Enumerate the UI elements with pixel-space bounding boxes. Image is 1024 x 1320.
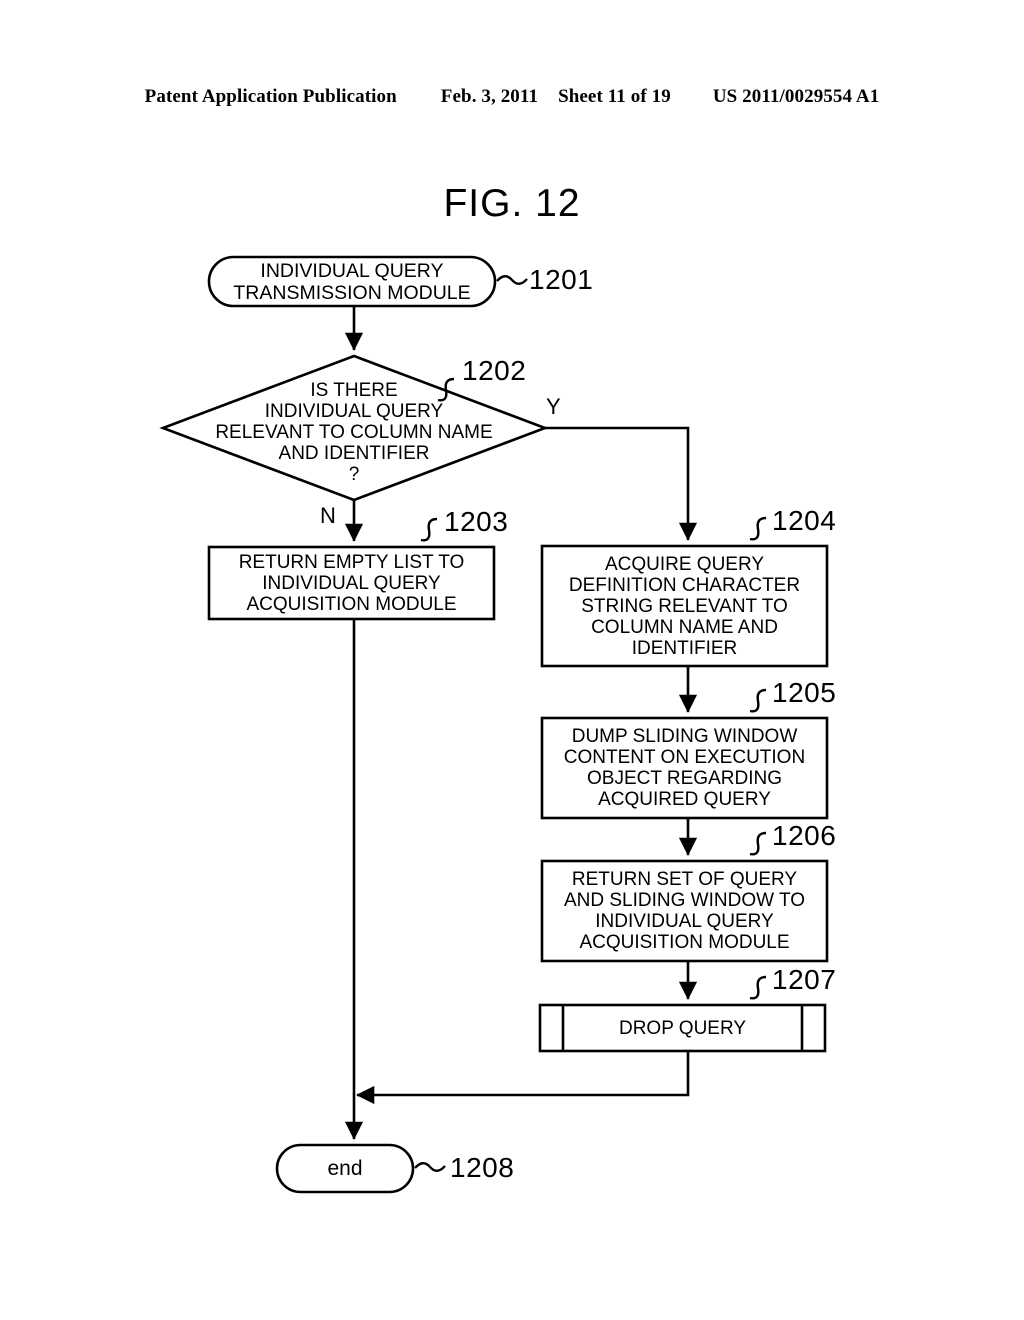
end-node-shape <box>275 1143 415 1194</box>
flowchart-canvas <box>159 255 829 1194</box>
callout-1201 <box>496 275 528 285</box>
step-1206-shape <box>540 859 829 963</box>
ref-numeral-1207: 1207 <box>772 964 837 995</box>
ref-numeral-1201: 1201 <box>529 264 594 295</box>
step-1205-shape <box>540 716 829 820</box>
connector-1207-to-merge <box>356 1051 690 1105</box>
start-node-shape <box>207 255 497 308</box>
step-1207-shape <box>538 1003 827 1053</box>
ref-numeral-1205: 1205 <box>772 677 837 708</box>
connector-decision-yes-to-1204 <box>545 426 698 541</box>
ref-numeral-1208: 1208 <box>450 1152 515 1183</box>
callout-1207 <box>749 975 767 1000</box>
ref-numeral-1202: 1202 <box>462 355 527 386</box>
branch-label-yes: Y <box>546 394 561 419</box>
step-1204-shape <box>540 544 829 668</box>
branch-label-no: N <box>320 503 336 528</box>
callout-1205 <box>749 688 767 713</box>
callout-1208 <box>414 1162 446 1172</box>
callout-1206 <box>749 831 767 856</box>
ref-numeral-1204: 1204 <box>772 505 837 536</box>
callout-1203 <box>420 517 438 542</box>
ref-numeral-1203: 1203 <box>444 506 509 537</box>
callout-1204 <box>749 516 767 541</box>
ref-numeral-1206: 1206 <box>772 820 837 851</box>
patent-figure-page: Patent Application Publication Feb. 3, 2… <box>0 0 1024 1320</box>
step-1203-shape <box>207 545 496 621</box>
